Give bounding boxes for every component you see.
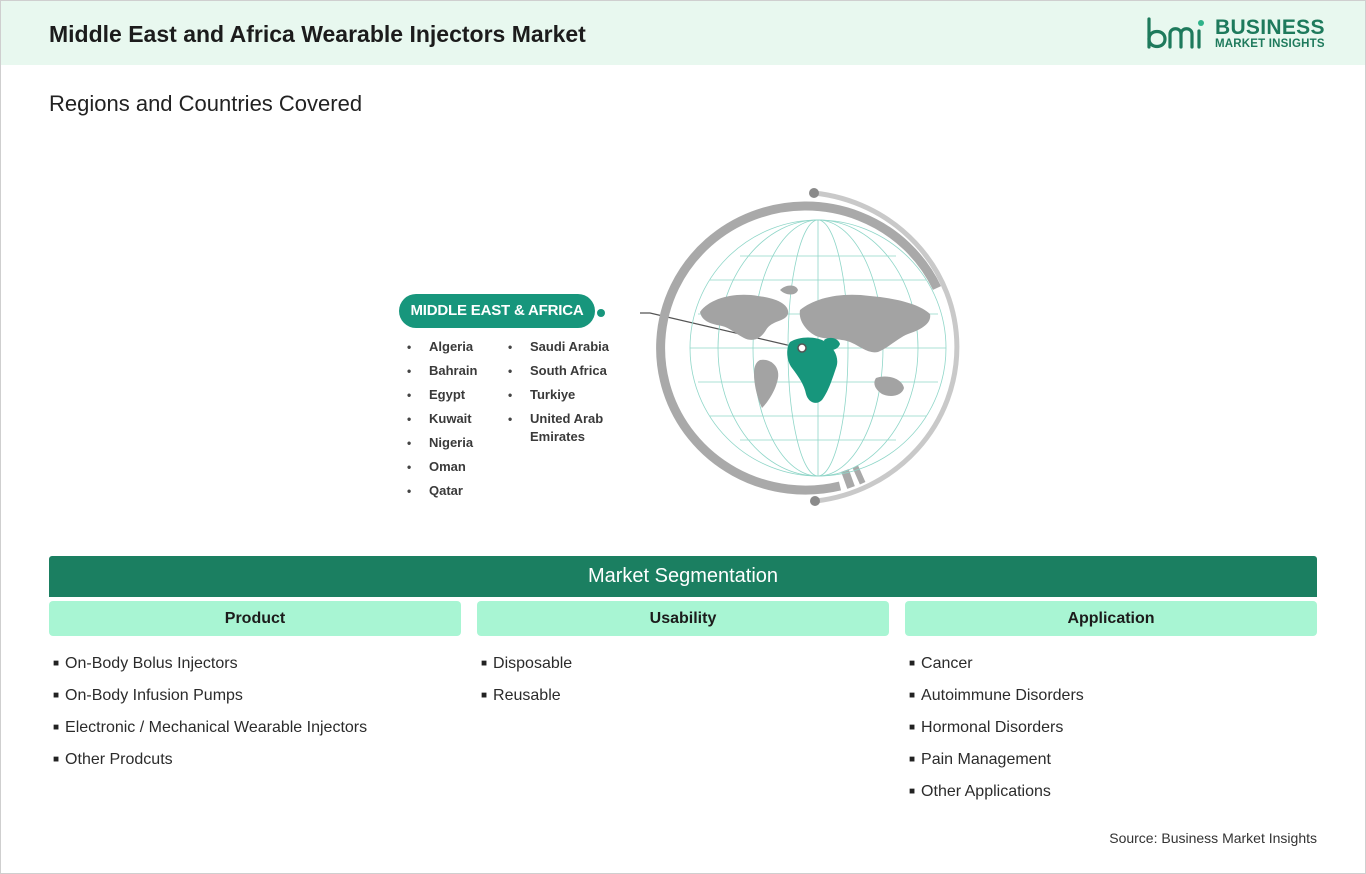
country-item: Qatar [407,482,477,506]
segmentation-banner: Market Segmentation [49,556,1317,597]
mea-region-highlight [787,337,840,403]
section-title: Regions and Countries Covered [49,91,363,116]
country-item: Bahrain [407,362,477,386]
segment-heading-product: Product [49,601,461,636]
connector-dot [597,309,605,317]
logo-text-business: BUSINESS [1215,16,1325,39]
world-globe-illustration [640,188,960,506]
country-list-right: Saudi Arabia South Africa Turkiye United… [508,338,628,454]
country-item: Saudi Arabia [508,338,628,362]
application-segment-list: Cancer Autoimmune Disorders Hormonal Dis… [909,654,1084,814]
segment-item: Electronic / Mechanical Wearable Injecto… [53,718,367,750]
ring-dot-bottom [810,496,820,506]
region-marker [797,343,807,353]
segment-item: Autoimmune Disorders [909,686,1084,718]
segment-item: Other Applications [909,782,1084,814]
segment-item: Hormonal Disorders [909,718,1084,750]
ring-dot-top [809,188,819,198]
logo-text-market-insights: MARKET INSIGHTS [1215,38,1325,50]
segment-item: Reusable [481,686,572,718]
header-bar: Middle East and Africa Wearable Injector… [1,1,1365,65]
country-item: Turkiye [508,386,628,410]
bmi-logo-mark [1147,17,1204,49]
segment-item: On-Body Infusion Pumps [53,686,367,718]
country-item: United Arab Emirates [508,410,628,454]
segment-item: Pain Management [909,750,1084,782]
usability-segment-list: Disposable Reusable [481,654,572,718]
segment-item: On-Body Bolus Injectors [53,654,367,686]
country-item: Algeria [407,338,477,362]
segment-heading-application: Application [905,601,1317,636]
country-item: South Africa [508,362,628,386]
country-list-left: Algeria Bahrain Egypt Kuwait Nigeria Oma… [407,338,477,506]
country-item: Kuwait [407,410,477,434]
segment-item: Other Prodcuts [53,750,367,782]
source-note: Source: Business Market Insights [1109,830,1317,846]
page-title: Middle East and Africa Wearable Injector… [49,21,586,47]
segment-heading-usability: Usability [477,601,889,636]
segment-item: Cancer [909,654,1084,686]
product-segment-list: On-Body Bolus Injectors On-Body Infusion… [53,654,367,782]
ring-tick [852,465,866,485]
region-label: MIDDLE EAST & AFRICA [399,294,595,328]
segment-item: Disposable [481,654,572,686]
country-item: Oman [407,458,477,482]
country-item: Egypt [407,386,477,410]
country-item: Nigeria [407,434,477,458]
bmi-logo: BUSINESS MARKET INSIGHTS [1145,15,1325,55]
